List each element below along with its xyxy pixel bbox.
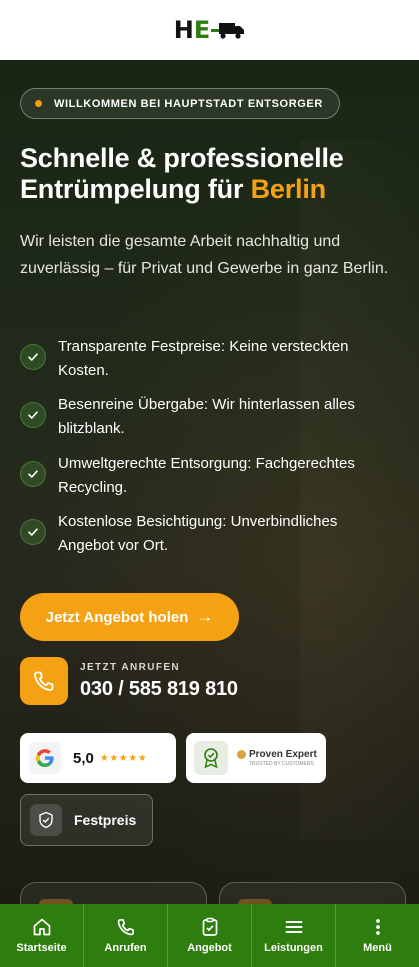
feature-text: Transparente Festpreise: Keine versteckt… bbox=[58, 338, 349, 379]
more-vertical-icon bbox=[375, 919, 380, 935]
logo[interactable]: H E bbox=[173, 16, 246, 44]
check-icon bbox=[20, 402, 46, 428]
nav-item-angebot[interactable]: Angebot bbox=[168, 904, 252, 967]
google-score: 5,0 bbox=[73, 749, 94, 767]
award-ribbon-icon bbox=[194, 741, 228, 775]
nav-item-menu[interactable]: Menü bbox=[336, 904, 419, 967]
feature-item: Kostenlose Besichtigung: Unverbindliches… bbox=[20, 510, 400, 557]
nav-label: Menü bbox=[363, 942, 392, 954]
nav-label: Leistungen bbox=[264, 942, 323, 954]
feature-text: Umweltgerechte Entsorgung: Fachgerechtes… bbox=[58, 455, 355, 496]
check-icon bbox=[20, 344, 46, 370]
menu-lines-icon bbox=[285, 921, 302, 933]
nav-label: Angebot bbox=[187, 942, 232, 954]
shield-check-icon bbox=[30, 804, 62, 836]
welcome-badge-text: WILLKOMMEN BEI HAUPTSTADT ENTSORGER bbox=[54, 97, 323, 110]
nav-item-startseite[interactable]: Startseite bbox=[0, 904, 84, 967]
provenexpert-subtitle: TRUSTED BY CUSTOMERS bbox=[249, 761, 314, 767]
google-rating-card[interactable]: 5,0 ★★★★★ bbox=[20, 733, 176, 783]
get-offer-label: Jetzt Angebot holen bbox=[45, 608, 189, 626]
provenexpert-name: Proven Expert bbox=[249, 749, 317, 760]
feature-item: Umweltgerechte Entsorgung: Fachgerechtes… bbox=[20, 452, 400, 499]
nav-item-leistungen[interactable]: Leistungen bbox=[252, 904, 336, 967]
nav-label: Anrufen bbox=[104, 942, 147, 954]
logo-letter-h: H bbox=[173, 16, 194, 44]
hero-title: Schnelle & professionelle Entrümpelung f… bbox=[20, 143, 410, 205]
nav-item-anrufen[interactable]: Anrufen bbox=[84, 904, 168, 967]
arrow-right-icon: → bbox=[196, 607, 214, 626]
star-rating-icon: ★★★★★ bbox=[99, 752, 148, 764]
provenexpert-check-icon bbox=[237, 750, 246, 759]
phone-number-link[interactable]: 030 / 585 819 810 bbox=[80, 678, 238, 701]
feature-item: Besenreine Übergabe: Wir hinterlassen al… bbox=[20, 393, 400, 440]
google-icon bbox=[29, 742, 61, 774]
hero-title-highlight: Berlin bbox=[250, 174, 327, 204]
fixed-price-card: Festpreis bbox=[20, 794, 153, 846]
phone-icon bbox=[34, 671, 54, 691]
truck-icon bbox=[211, 23, 245, 39]
site-header: H E bbox=[0, 0, 419, 60]
bottom-navigation: Startseite Anrufen Angebot Leistungen Me… bbox=[0, 904, 419, 967]
provenexpert-logo: Proven Expert TRUSTED BY CUSTOMERS bbox=[237, 749, 317, 767]
fixed-price-label: Festpreis bbox=[74, 812, 137, 828]
welcome-badge: WILLKOMMEN BEI HAUPTSTADT ENTSORGER bbox=[20, 88, 340, 119]
nav-label: Startseite bbox=[16, 942, 67, 954]
feature-text: Kostenlose Besichtigung: Unverbindliches… bbox=[58, 513, 338, 554]
call-button[interactable] bbox=[20, 657, 68, 705]
clipboard-check-icon bbox=[202, 917, 217, 936]
feature-item: Transparente Festpreise: Keine versteckt… bbox=[20, 335, 400, 382]
provenexpert-card[interactable]: Proven Expert TRUSTED BY CUSTOMERS bbox=[186, 733, 326, 783]
badge-dot bbox=[35, 100, 42, 107]
get-offer-button[interactable]: Jetzt Angebot holen → bbox=[20, 593, 239, 641]
hero-intro: Wir leisten die gesamte Arbeit nachhalti… bbox=[20, 233, 389, 277]
check-icon bbox=[20, 461, 46, 487]
feature-text: Besenreine Übergabe: Wir hinterlassen al… bbox=[58, 396, 355, 437]
home-icon bbox=[33, 918, 50, 936]
logo-letter-e: E bbox=[193, 16, 211, 44]
call-label: JETZT ANRUFEN bbox=[80, 662, 181, 673]
check-icon bbox=[20, 519, 46, 545]
phone-icon bbox=[117, 919, 134, 936]
provenexpert-name-row: Proven Expert bbox=[237, 749, 317, 760]
